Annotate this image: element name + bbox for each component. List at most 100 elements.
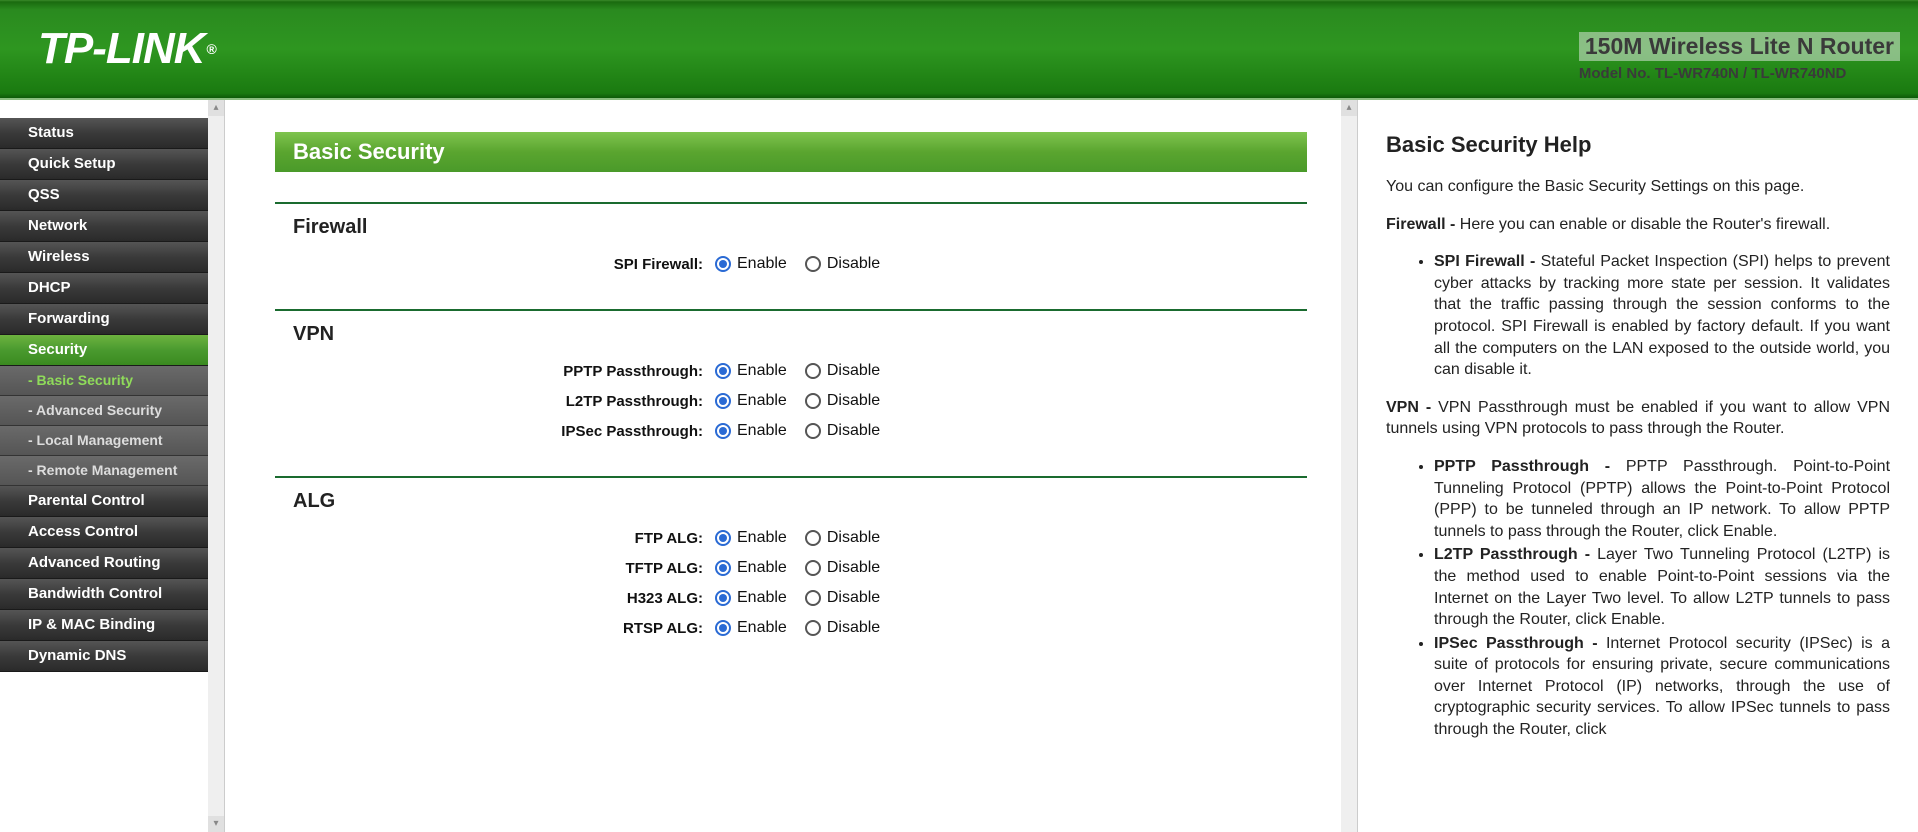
sidebar-item-ip-mac-binding[interactable]: IP & MAC Binding: [0, 610, 208, 641]
sidebar-item-dynamic-dns[interactable]: Dynamic DNS: [0, 641, 208, 672]
product-title: 150M Wireless Lite N Router: [1579, 32, 1900, 61]
setting-label: H323 ALG:: [275, 590, 715, 607]
enable-option[interactable]: Enable: [715, 255, 787, 273]
radio-disable[interactable]: [805, 590, 821, 606]
radio-enable[interactable]: [715, 530, 731, 546]
sidebar-subitem-remote-management[interactable]: - Remote Management: [0, 456, 208, 486]
product-info: 150M Wireless Lite N Router Model No. TL…: [1579, 32, 1900, 82]
setting-label: RTSP ALG:: [275, 620, 715, 637]
setting-label: PPTP Passthrough:: [275, 363, 715, 380]
radio-enable[interactable]: [715, 256, 731, 272]
disable-option[interactable]: Disable: [805, 619, 880, 637]
sidebar-subitem-local-management[interactable]: - Local Management: [0, 426, 208, 456]
radio-enable[interactable]: [715, 590, 731, 606]
sidebar-item-bandwidth-control[interactable]: Bandwidth Control: [0, 579, 208, 610]
setting-label: L2TP Passthrough:: [275, 393, 715, 410]
radio-disable[interactable]: [805, 560, 821, 576]
scroll-down-icon[interactable]: ▾: [208, 816, 224, 832]
help-pptp: PPTP Passthrough - PPTP Passthrough. Poi…: [1434, 456, 1890, 542]
sidebar-item-network[interactable]: Network: [0, 211, 208, 242]
setting-label: SPI Firewall:: [275, 256, 715, 273]
radio-disable[interactable]: [805, 423, 821, 439]
brand-logo: TP-LINK®: [38, 24, 216, 74]
setting-label: FTP ALG:: [275, 530, 715, 547]
sidebar-panel: StatusQuick SetupQSSNetworkWirelessDHCPF…: [0, 100, 224, 832]
enable-option[interactable]: Enable: [715, 589, 787, 607]
scroll-up-icon[interactable]: ▴: [208, 100, 224, 116]
setting-row: TFTP ALG:Enable Disable: [275, 553, 1307, 583]
radio-label: Disable: [827, 559, 880, 577]
radio-label: Enable: [737, 392, 787, 410]
help-vpn-list: PPTP Passthrough - PPTP Passthrough. Poi…: [1386, 456, 1890, 741]
enable-option[interactable]: Enable: [715, 619, 787, 637]
radio-enable[interactable]: [715, 393, 731, 409]
radio-disable[interactable]: [805, 393, 821, 409]
enable-option[interactable]: Enable: [715, 362, 787, 380]
setting-label: TFTP ALG:: [275, 560, 715, 577]
radio-label: Enable: [737, 362, 787, 380]
disable-option[interactable]: Disable: [805, 559, 880, 577]
radio-label: Enable: [737, 589, 787, 607]
disable-option[interactable]: Disable: [805, 589, 880, 607]
radio-label: Disable: [827, 392, 880, 410]
radio-label: Disable: [827, 619, 880, 637]
disable-option[interactable]: Disable: [805, 255, 880, 273]
section-title-vpn: VPN: [293, 323, 1307, 346]
sidebar-item-security[interactable]: Security: [0, 335, 208, 366]
radio-disable[interactable]: [805, 530, 821, 546]
scroll-up-icon[interactable]: ▴: [1341, 100, 1357, 116]
radio-label: Enable: [737, 619, 787, 637]
setting-options: Enable Disable: [715, 529, 898, 547]
setting-options: Enable Disable: [715, 589, 898, 607]
sidebar-item-quick-setup[interactable]: Quick Setup: [0, 149, 208, 180]
main-content: Basic Security FirewallSPI Firewall:Enab…: [225, 100, 1357, 643]
radio-label: Enable: [737, 422, 787, 440]
radio-enable[interactable]: [715, 560, 731, 576]
separator: [275, 202, 1307, 204]
radio-label: Disable: [827, 589, 880, 607]
help-ipsec: IPSec Passthrough - Internet Protocol se…: [1434, 633, 1890, 741]
sidebar-item-access-control[interactable]: Access Control: [0, 517, 208, 548]
brand-text: TP-LINK: [38, 24, 205, 74]
enable-option[interactable]: Enable: [715, 529, 787, 547]
enable-option[interactable]: Enable: [715, 422, 787, 440]
sidebar-item-advanced-routing[interactable]: Advanced Routing: [0, 548, 208, 579]
setting-options: Enable Disable: [715, 255, 898, 273]
sidebar-item-parental-control[interactable]: Parental Control: [0, 486, 208, 517]
section-title-alg: ALG: [293, 490, 1307, 513]
sidebar-item-qss[interactable]: QSS: [0, 180, 208, 211]
radio-label: Disable: [827, 362, 880, 380]
disable-option[interactable]: Disable: [805, 422, 880, 440]
sidebar-item-forwarding[interactable]: Forwarding: [0, 304, 208, 335]
radio-disable[interactable]: [805, 256, 821, 272]
sidebar-subitem-basic-security[interactable]: - Basic Security: [0, 366, 208, 396]
sidebar-subitem-advanced-security[interactable]: - Advanced Security: [0, 396, 208, 426]
main-scrollbar[interactable]: ▴: [1341, 100, 1357, 832]
section-title-firewall: Firewall: [293, 216, 1307, 239]
setting-row: IPSec Passthrough:EnableDisable: [275, 416, 1307, 446]
radio-disable[interactable]: [805, 363, 821, 379]
enable-option[interactable]: Enable: [715, 392, 787, 410]
sidebar-item-status[interactable]: Status: [0, 118, 208, 149]
sidebar-scrollbar[interactable]: ▴ ▾: [208, 100, 224, 832]
setting-row: L2TP Passthrough: Enable Disable: [275, 386, 1307, 416]
radio-enable[interactable]: [715, 363, 731, 379]
sidebar-item-wireless[interactable]: Wireless: [0, 242, 208, 273]
page-title: Basic Security: [275, 132, 1307, 172]
sidebar-item-dhcp[interactable]: DHCP: [0, 273, 208, 304]
disable-option[interactable]: Disable: [805, 392, 880, 410]
separator: [275, 476, 1307, 478]
disable-option[interactable]: Disable: [805, 362, 880, 380]
disable-option[interactable]: Disable: [805, 529, 880, 547]
help-firewall-list: SPI Firewall - Stateful Packet Inspectio…: [1386, 251, 1890, 381]
radio-enable[interactable]: [715, 423, 731, 439]
enable-option[interactable]: Enable: [715, 559, 787, 577]
product-model: Model No. TL-WR740N / TL-WR740ND: [1579, 65, 1900, 82]
setting-options: Enable Disable: [715, 422, 898, 440]
help-firewall: Firewall - Here you can enable or disabl…: [1386, 214, 1890, 236]
help-intro: You can configure the Basic Security Set…: [1386, 176, 1890, 198]
setting-options: Enable Disable: [715, 362, 898, 380]
radio-enable[interactable]: [715, 620, 731, 636]
radio-disable[interactable]: [805, 620, 821, 636]
setting-row: SPI Firewall:Enable Disable: [275, 249, 1307, 279]
